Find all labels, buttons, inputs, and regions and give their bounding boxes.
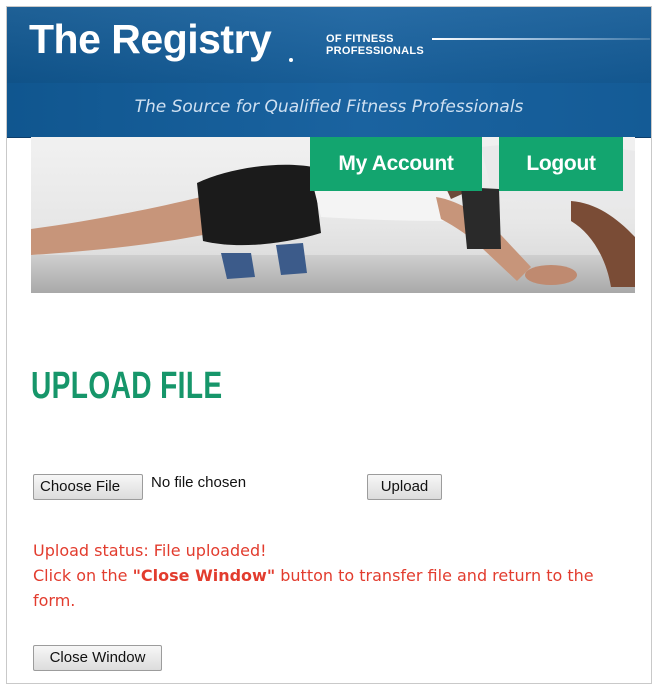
- my-account-button[interactable]: My Account: [310, 137, 482, 191]
- file-chosen-status: No file chosen: [151, 474, 247, 491]
- logo-accent-line: [432, 38, 650, 40]
- choose-file-button[interactable]: Choose File: [33, 474, 143, 500]
- upload-button[interactable]: Upload: [367, 474, 442, 500]
- logo-subtitle-line-2: PROFESSIONALS: [326, 45, 425, 57]
- site-header: The Registry OF FITNESS PROFESSIONALS Th…: [7, 7, 651, 138]
- site-tagline: The Source for Qualified Fitness Profess…: [134, 97, 524, 117]
- logo-subtitle: OF FITNESS PROFESSIONALS: [326, 33, 424, 57]
- page-frame: The Registry OF FITNESS PROFESSIONALS Th…: [6, 6, 652, 684]
- instruction-text-pre: Click on the: [33, 566, 133, 585]
- logo-registered-dot: [289, 58, 293, 62]
- instruction-emphasis: "Close Window": [132, 566, 276, 585]
- site-logo[interactable]: The Registry: [29, 19, 272, 60]
- logo-subtitle-line-1: OF FITNESS: [326, 33, 394, 45]
- page-title: UPLOAD FILE: [31, 365, 223, 407]
- instruction-line: Click on the "Close Window" button to tr…: [33, 563, 633, 613]
- upload-status-line: Upload status: File uploaded!: [33, 541, 267, 560]
- close-window-button[interactable]: Close Window: [33, 645, 162, 671]
- upload-message: Upload status: File uploaded! Click on t…: [33, 538, 633, 613]
- logout-button[interactable]: Logout: [499, 137, 623, 191]
